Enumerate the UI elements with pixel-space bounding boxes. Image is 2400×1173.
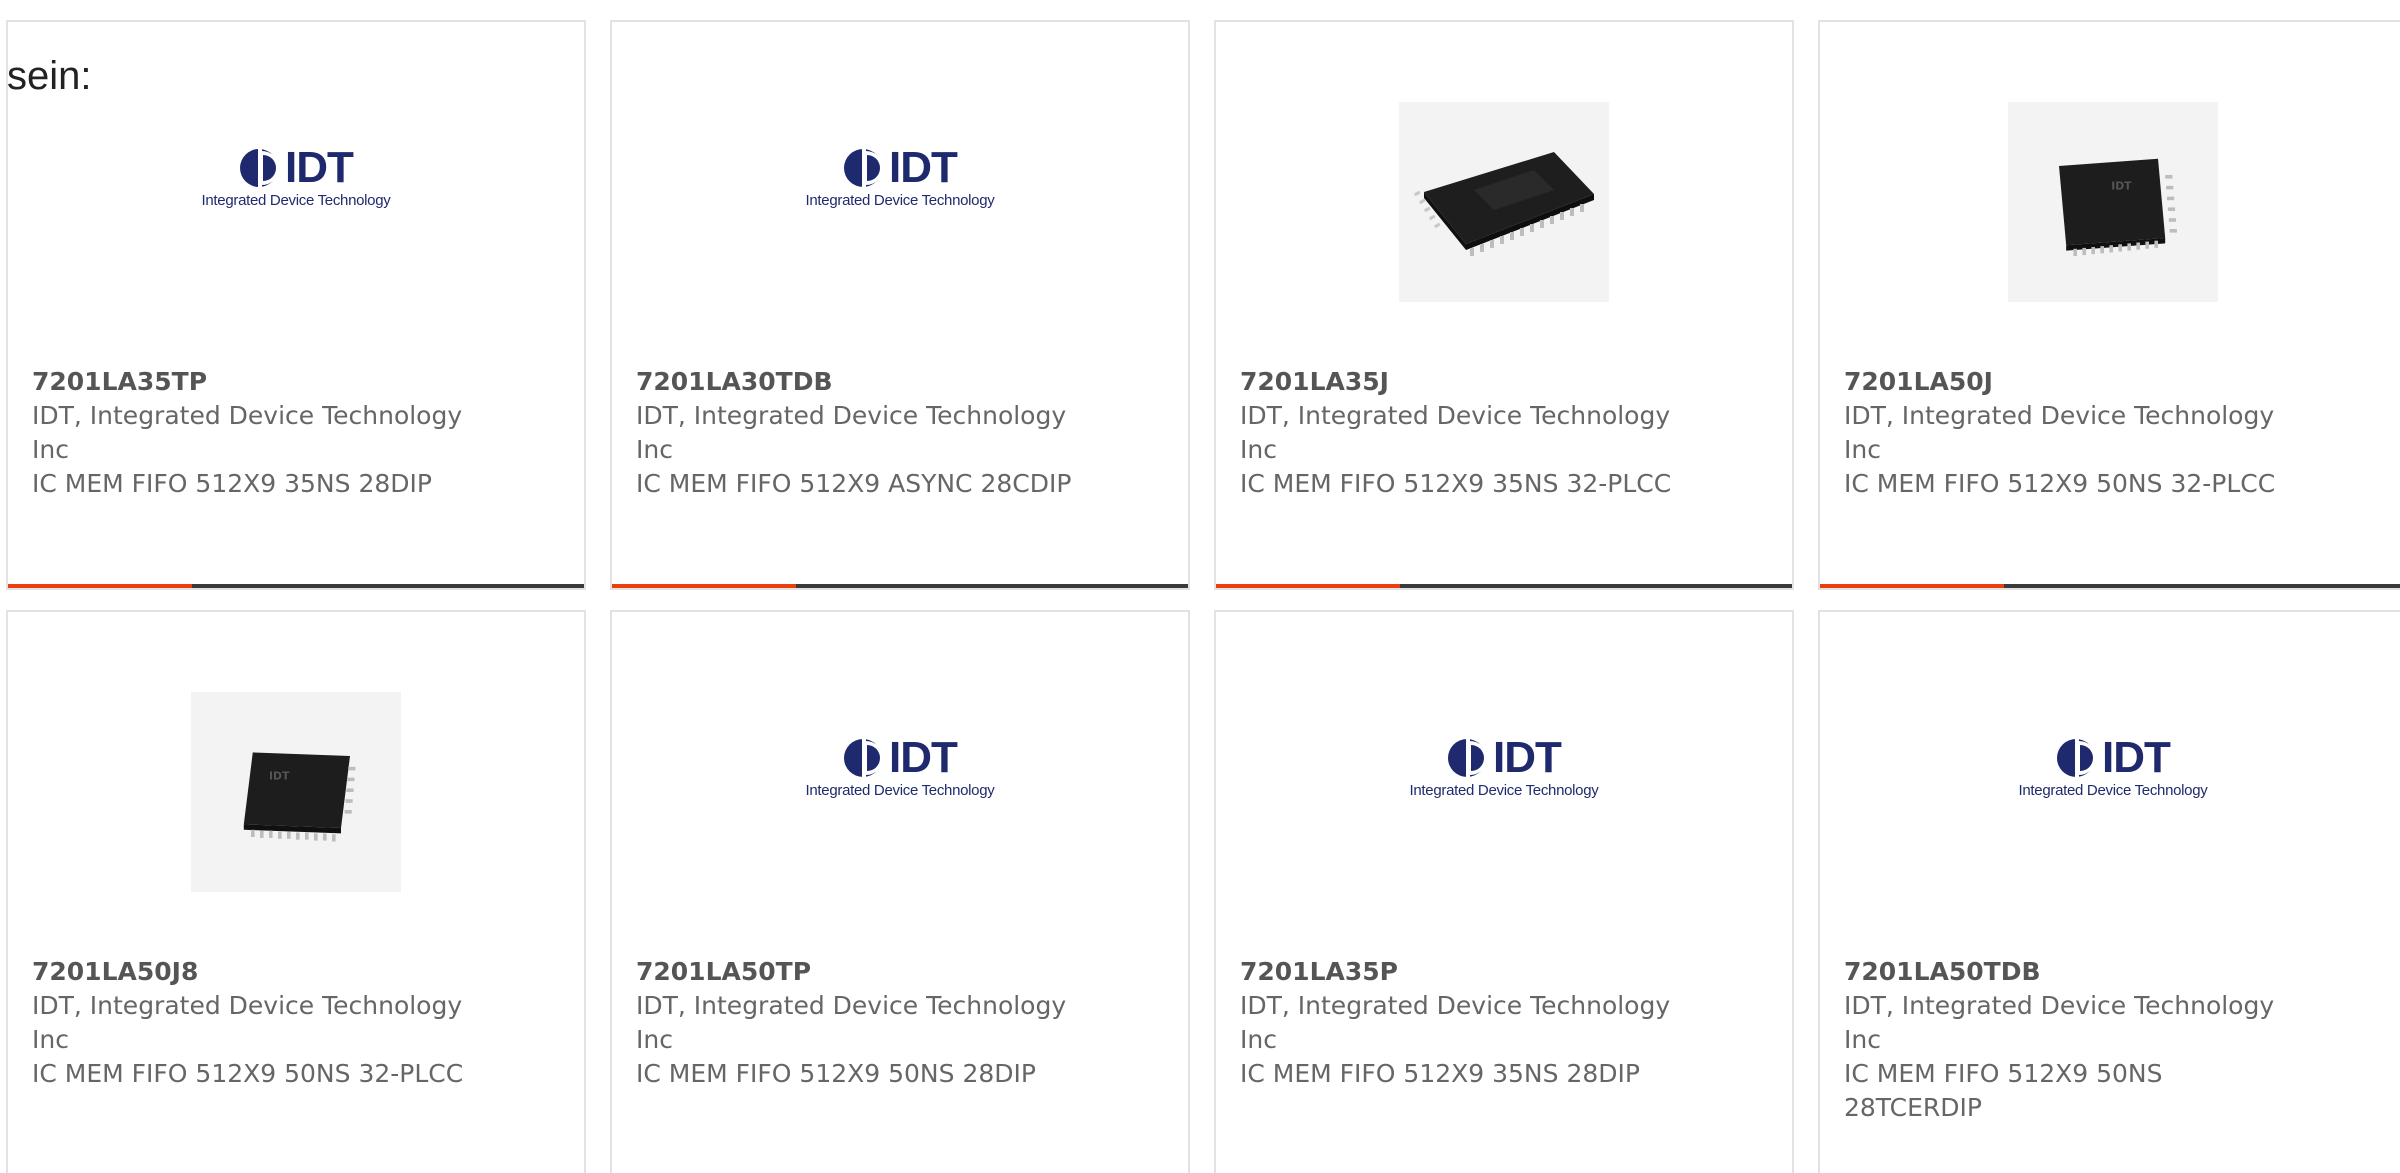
manufacturer: IDT, Integrated Device Technology Inc xyxy=(32,991,463,1054)
idt-logo: IDT Integrated Device Technology xyxy=(805,732,995,799)
logo-wordmark: IDT xyxy=(889,142,958,192)
product-description: IC MEM FIFO 512X9 50NS 28DIP xyxy=(636,1059,1036,1088)
product-description: IC MEM FIFO 512X9 35NS 32-PLCC xyxy=(1240,469,1672,498)
product-image[interactable]: IDT xyxy=(8,672,584,912)
logo-subtitle: Integrated Device Technology xyxy=(805,191,995,209)
product-card[interactable]: 7201LA35J IDT, Integrated Device Technol… xyxy=(1214,20,1794,590)
idt-logo-icon xyxy=(1448,737,1488,778)
logo-subtitle: Integrated Device Technology xyxy=(805,781,995,799)
logo-subtitle: Integrated Device Technology xyxy=(201,191,391,209)
part-number[interactable]: 7201LA30TDB xyxy=(636,365,1076,399)
idt-logo-icon xyxy=(844,147,884,188)
product-description: IC MEM FIFO 512X9 50NS 32-PLCC xyxy=(1844,469,2276,498)
plcc-chip-photo: IDT xyxy=(191,692,401,892)
product-image[interactable]: IDT xyxy=(1820,82,2400,322)
product-card[interactable]: IDT Integrated Device Technology 7201LA5… xyxy=(1818,610,2400,1173)
product-card[interactable]: IDT Integrated Device Technology 7201LA3… xyxy=(1214,610,1794,1173)
part-number[interactable]: 7201LA50TP xyxy=(636,955,1076,989)
part-number[interactable]: 7201LA50J8 xyxy=(32,955,472,989)
product-description: IC MEM FIFO 512X9 50NS 28TCERDIP xyxy=(1844,1059,2163,1122)
product-card[interactable]: IDT Integrated Device Technology 7201LA3… xyxy=(6,20,586,590)
product-image[interactable]: IDT Integrated Device Technology xyxy=(612,672,1188,912)
intro-text: sein: xyxy=(7,54,92,98)
product-image[interactable]: IDT Integrated Device Technology xyxy=(1820,672,2400,912)
product-card[interactable]: IDT 7201LA50J IDT, Integrated Device Tec… xyxy=(1818,20,2400,590)
manufacturer: IDT, Integrated Device Technology Inc xyxy=(32,401,463,464)
card-footer-bar xyxy=(612,584,1188,588)
product-description: IC MEM FIFO 512X9 ASYNC 28CDIP xyxy=(636,469,1072,498)
manufacturer: IDT, Integrated Device Technology Inc xyxy=(636,991,1067,1054)
product-image[interactable]: IDT Integrated Device Technology xyxy=(612,82,1188,322)
plcc-chip-icon xyxy=(1413,152,1594,256)
logo-wordmark: IDT xyxy=(285,142,354,192)
part-number[interactable]: 7201LA50J xyxy=(1844,365,2284,399)
logo-subtitle: Integrated Device Technology xyxy=(1409,781,1599,799)
part-number[interactable]: 7201LA35P xyxy=(1240,955,1680,989)
idt-logo-icon xyxy=(2057,737,2097,778)
idt-logo: IDT Integrated Device Technology xyxy=(201,142,391,209)
part-number[interactable]: 7201LA35J xyxy=(1240,365,1680,399)
product-image[interactable]: IDT Integrated Device Technology xyxy=(8,82,584,322)
part-number[interactable]: 7201LA50TDB xyxy=(1844,955,2284,989)
part-number[interactable]: 7201LA35TP xyxy=(32,365,472,399)
logo-wordmark: IDT xyxy=(889,732,958,782)
card-footer-bar xyxy=(8,584,584,588)
logo-wordmark: IDT xyxy=(1493,732,1562,782)
manufacturer: IDT, Integrated Device Technology Inc xyxy=(1844,401,2275,464)
product-card[interactable]: IDT 7201LA50J8 IDT, Integrated Device Te… xyxy=(6,610,586,1173)
card-footer-bar xyxy=(1820,584,2400,588)
manufacturer: IDT, Integrated Device Technology Inc xyxy=(1240,991,1671,1054)
product-description: IC MEM FIFO 512X9 35NS 28DIP xyxy=(32,469,432,498)
product-image[interactable] xyxy=(1216,82,1792,322)
product-image[interactable]: IDT Integrated Device Technology xyxy=(1216,672,1792,912)
plcc-chip-photo: IDT xyxy=(2008,102,2218,302)
product-card[interactable]: IDT Integrated Device Technology 7201LA3… xyxy=(610,20,1190,590)
product-card[interactable]: IDT Integrated Device Technology 7201LA5… xyxy=(610,610,1190,1173)
idt-logo: IDT Integrated Device Technology xyxy=(1409,732,1599,799)
product-description: IC MEM FIFO 512X9 50NS 32-PLCC xyxy=(32,1059,464,1088)
idt-logo: IDT Integrated Device Technology xyxy=(805,142,995,209)
idt-logo-icon xyxy=(844,737,884,778)
manufacturer: IDT, Integrated Device Technology Inc xyxy=(636,401,1067,464)
card-footer-bar xyxy=(1216,584,1792,588)
logo-subtitle: Integrated Device Technology xyxy=(2018,781,2208,799)
svg-text:IDT: IDT xyxy=(269,769,290,782)
manufacturer: IDT, Integrated Device Technology Inc xyxy=(1844,991,2275,1054)
plcc-chip-icon: IDT xyxy=(243,752,356,842)
svg-text:IDT: IDT xyxy=(2111,179,2132,192)
logo-wordmark: IDT xyxy=(2102,732,2171,782)
manufacturer: IDT, Integrated Device Technology Inc xyxy=(1240,401,1671,464)
product-grid-page: sein: IDT Integrated Device Technology 7… xyxy=(0,0,2400,1173)
product-description: IC MEM FIFO 512X9 35NS 28DIP xyxy=(1240,1059,1640,1088)
idt-logo: IDT Integrated Device Technology xyxy=(2018,732,2208,799)
plcc-chip-photo xyxy=(1399,102,1609,302)
plcc-chip-icon: IDT xyxy=(2059,158,2177,256)
idt-logo-icon xyxy=(240,147,280,188)
